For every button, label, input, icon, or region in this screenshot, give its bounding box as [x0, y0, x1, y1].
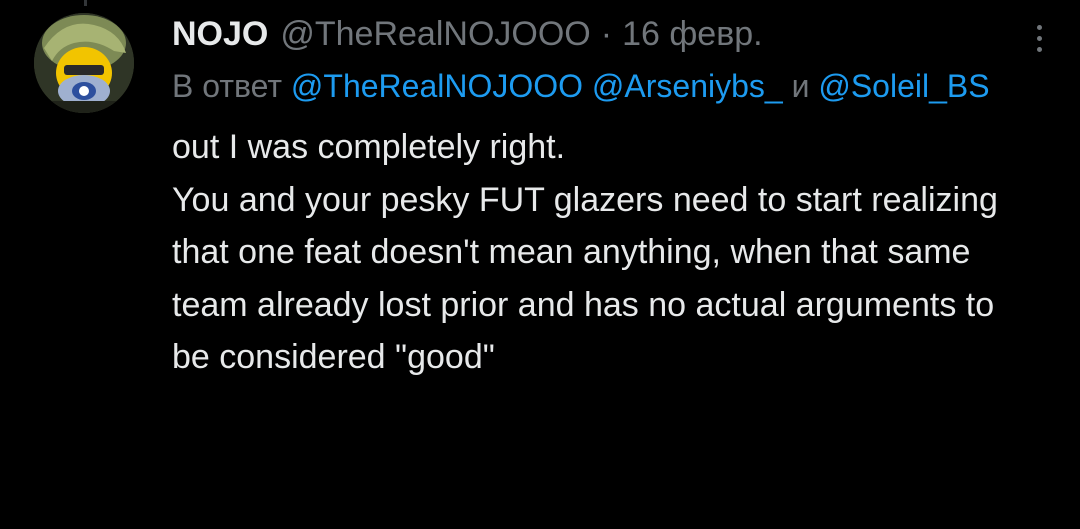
- more-dot: [1036, 35, 1042, 41]
- more-vertical-icon[interactable]: [1024, 18, 1054, 58]
- reply-prefix: В ответ: [172, 68, 283, 104]
- more-dot: [1036, 24, 1042, 30]
- thread-connector-line: [84, 0, 87, 6]
- mention-link[interactable]: @Soleil_BS: [818, 68, 989, 104]
- reply-to-line: В ответ @TheRealNOJOOO @Arseniybs_ и @So…: [172, 62, 992, 111]
- tweet-header: NOJO @TheRealNOJOOO · 16 февр.: [172, 8, 1032, 60]
- tweet-text: out I was completely right. You and your…: [172, 128, 998, 376]
- avatar-image: [34, 13, 134, 113]
- separator-dot: ·: [600, 14, 613, 53]
- tweet[interactable]: NOJO @TheRealNOJOOO · 16 февр. В ответ @…: [172, 8, 1032, 384]
- reply-conjunction: и: [791, 68, 810, 104]
- user-handle[interactable]: @TheRealNOJOOO: [280, 15, 590, 54]
- tweet-date[interactable]: 16 февр.: [622, 15, 763, 54]
- more-dot: [1036, 46, 1042, 52]
- avatar[interactable]: [34, 13, 134, 113]
- display-name[interactable]: NOJO: [172, 15, 268, 54]
- mention-link[interactable]: @Arseniybs_: [592, 68, 783, 104]
- mention-link[interactable]: @TheRealNOJOOO: [291, 68, 583, 104]
